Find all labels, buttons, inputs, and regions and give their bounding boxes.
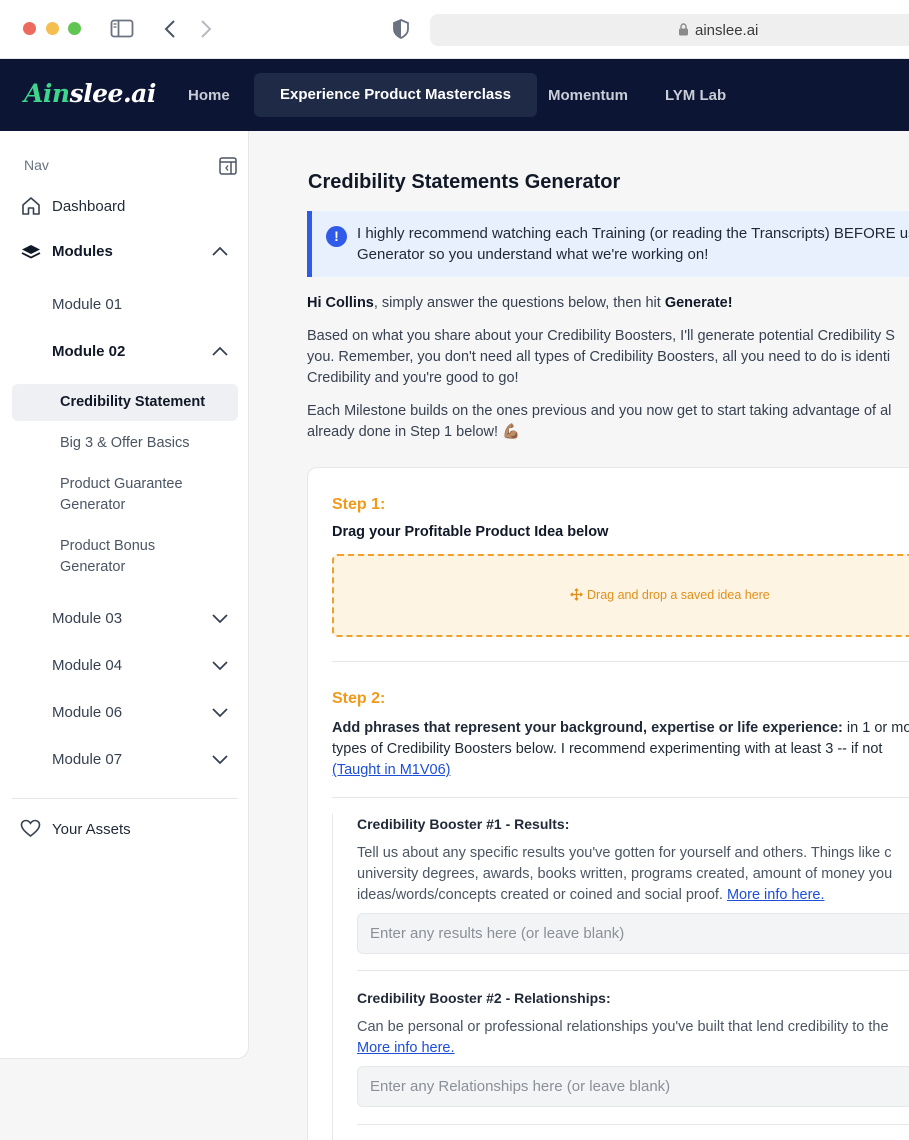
sidebar-item-your-assets[interactable]: Your Assets [52, 821, 131, 838]
chevron-down-icon[interactable] [211, 659, 229, 677]
chevron-down-icon[interactable] [211, 753, 229, 771]
section-divider [332, 661, 909, 662]
step1-subtitle: Drag your Profitable Product Idea below [332, 524, 609, 540]
nav-experience-product-masterclass[interactable]: Experience Product Masterclass [254, 73, 537, 117]
sidebar-item-modules[interactable]: Modules [52, 243, 113, 260]
taught-in-link[interactable]: (Taught in M1V06) [332, 762, 450, 778]
main-content: Credibility Statements Generator ! I hig… [250, 131, 909, 1140]
section-divider [357, 1124, 909, 1125]
booster1-more-info-link[interactable]: More info here. [727, 887, 825, 903]
relationships-input[interactable] [357, 1066, 909, 1107]
sidebar-item-dashboard[interactable]: Dashboard [52, 198, 125, 215]
app-header: Ainslee.ai Home Experience Product Maste… [0, 59, 909, 131]
browser-toolbar: ainslee.ai [0, 0, 909, 59]
info-alert: ! I highly recommend watching each Train… [307, 211, 909, 277]
alert-line-1: I highly recommend watching each Trainin… [357, 225, 909, 242]
dropzone-label: Drag and drop a saved idea here [587, 588, 770, 602]
sidebar-subitem-product-bonus[interactable]: Product Bonus [60, 538, 155, 554]
sidebar-item-module-03[interactable]: Module 03 [52, 610, 122, 627]
move-icon [570, 588, 583, 604]
booster1-title: Credibility Booster #1 - Results: [357, 816, 570, 832]
shield-icon[interactable] [392, 18, 410, 45]
url-text: ainslee.ai [695, 22, 759, 39]
layers-icon [21, 243, 41, 266]
sidebar-subitem-product-bonus-line2[interactable]: Generator [60, 559, 125, 575]
sidebar-subitem-credibility-statement[interactable]: Credibility Statement [60, 394, 205, 410]
minimize-window-button[interactable] [46, 22, 59, 35]
address-bar[interactable]: ainslee.ai [430, 14, 909, 46]
back-arrow-icon[interactable] [163, 18, 177, 45]
alert-line-2: Generator so you understand what we're w… [357, 246, 709, 263]
close-window-button[interactable] [23, 22, 36, 35]
nav-momentum[interactable]: Momentum [548, 87, 628, 104]
collapse-sidebar-icon[interactable] [219, 157, 237, 180]
page-title: Credibility Statements Generator [308, 171, 621, 193]
chevron-down-icon[interactable] [211, 706, 229, 724]
booster2-description: Can be personal or professional relation… [357, 1019, 889, 1056]
sidebar-nav-label: Nav [24, 157, 49, 173]
booster1-description: Tell us about any specific results you'v… [357, 845, 893, 903]
logo[interactable]: Ainslee.ai [24, 79, 156, 108]
results-input[interactable] [357, 913, 909, 954]
chevron-up-icon[interactable] [211, 344, 229, 362]
credibility-boosters: Credibility Booster #1 - Results: Tell u… [332, 814, 909, 1140]
generator-form-card: Step 1: Drag your Profitable Product Ide… [307, 467, 909, 1140]
chevron-up-icon[interactable] [211, 244, 229, 262]
idea-dropzone[interactable]: Drag and drop a saved idea here [332, 554, 909, 637]
section-divider [332, 797, 909, 798]
step2-description: Add phrases that represent your backgrou… [332, 720, 909, 778]
sidebar-subitem-product-guarantee[interactable]: Product Guarantee [60, 476, 183, 492]
intro-paragraph: Based on what you share about your Credi… [307, 328, 895, 386]
greeting-text: Hi Collins, simply answer the questions … [307, 295, 733, 311]
heart-icon [20, 819, 41, 843]
sidebar-item-module-01[interactable]: Module 01 [52, 296, 122, 313]
info-icon: ! [326, 226, 347, 247]
zoom-window-button[interactable] [68, 22, 81, 35]
sidebar-subitem-big3-offer-basics[interactable]: Big 3 & Offer Basics [60, 435, 189, 451]
forward-arrow-icon[interactable] [199, 18, 213, 45]
sidebar-item-module-02[interactable]: Module 02 [52, 343, 125, 360]
sidebar-item-module-06[interactable]: Module 06 [52, 704, 122, 721]
chevron-down-icon[interactable] [211, 612, 229, 630]
sidebar-subitem-product-guarantee-line2[interactable]: Generator [60, 497, 125, 513]
booster2-title: Credibility Booster #2 - Relationships: [357, 990, 611, 1006]
booster2-more-info-link[interactable]: More info here. [357, 1040, 455, 1056]
sidebar-divider [12, 798, 238, 799]
lock-icon [678, 23, 689, 41]
nav-lym-lab[interactable]: LYM Lab [665, 87, 726, 104]
step1-title: Step 1: [332, 496, 386, 513]
sidebar-item-module-04[interactable]: Module 04 [52, 657, 122, 674]
step2-title: Step 2: [332, 690, 386, 707]
section-divider [357, 970, 909, 971]
sidebar-toggle-icon[interactable] [110, 18, 134, 45]
home-icon [21, 196, 41, 221]
sidebar-item-module-07[interactable]: Module 07 [52, 751, 122, 768]
nav-home[interactable]: Home [188, 87, 230, 104]
sidebar: Nav Dashboard Modules Module 01 Module 0… [0, 131, 249, 1059]
milestone-paragraph: Each Milestone builds on the ones previo… [307, 403, 892, 440]
